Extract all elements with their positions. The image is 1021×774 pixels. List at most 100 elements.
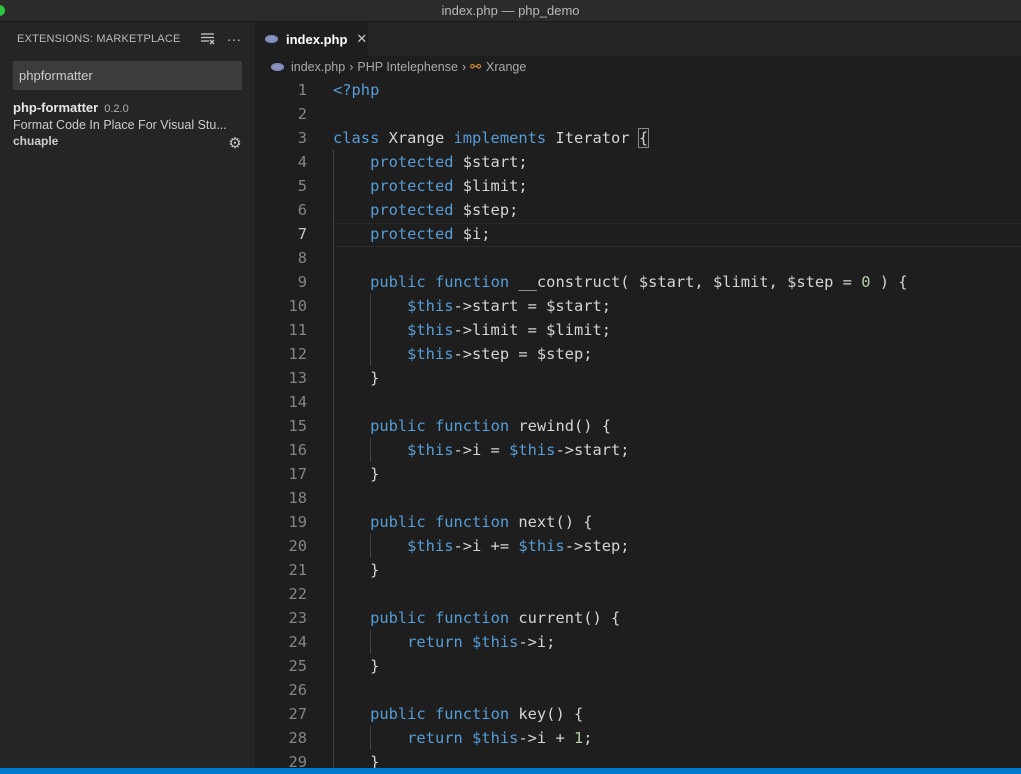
code-token: return [407, 633, 463, 651]
code-text: } [333, 462, 379, 486]
sidebar-title: EXTENSIONS: MARKETPLACE [17, 33, 181, 45]
code-token: $this [509, 441, 556, 459]
code-line[interactable]: 14 [255, 390, 1021, 414]
code-token: $this [472, 729, 519, 747]
code-token: protected [370, 153, 454, 171]
line-number: 23 [288, 609, 307, 627]
code-text: protected $step; [333, 198, 518, 222]
line-number: 12 [288, 345, 307, 363]
code-text: public function key() { [333, 702, 583, 726]
indent-guide [333, 150, 334, 774]
clear-filter-icon[interactable] [197, 28, 219, 50]
code-token: $limit; [453, 177, 528, 195]
code-token: { [637, 128, 650, 148]
code-token: ->limit = $limit; [453, 321, 612, 339]
line-number: 8 [297, 249, 307, 267]
code-line[interactable]: 17 } [255, 462, 1021, 486]
code-text: $this->start = $start; [333, 294, 611, 318]
code-token: } [333, 369, 380, 387]
tab-index-php[interactable]: index.php ✕ [255, 22, 368, 56]
tab-bar: index.php ✕ [255, 22, 1021, 56]
line-number: 3 [297, 129, 307, 147]
code-token: $this [407, 297, 454, 315]
code-token: $start; [453, 153, 528, 171]
code-line[interactable]: 15 public function rewind() { [255, 414, 1021, 438]
line-number: 13 [288, 369, 307, 387]
code-line[interactable]: 26 [255, 678, 1021, 702]
php-file-icon [271, 63, 284, 71]
code-token: $step; [453, 201, 519, 219]
breadcrumb-provider-label: PHP Intelephense [357, 60, 458, 74]
code-text: protected $limit; [333, 174, 528, 198]
code-token: public [370, 609, 426, 627]
code-token: ) { [870, 273, 908, 291]
code-line[interactable]: 13 } [255, 366, 1021, 390]
code-line[interactable]: 22 [255, 582, 1021, 606]
line-number: 27 [288, 705, 307, 723]
code-text: } [333, 366, 379, 390]
title-bar: index.php — php_demo [0, 0, 1021, 22]
line-number: 22 [288, 585, 307, 603]
line-number: 4 [297, 153, 307, 171]
code-token: class [333, 129, 380, 147]
code-line[interactable]: 1 <?php [255, 78, 1021, 102]
code-line[interactable]: 6 protected $step; [255, 198, 1021, 222]
line-number: 17 [288, 465, 307, 483]
code-token: $this [407, 345, 454, 363]
code-token: } [333, 465, 380, 483]
gear-icon[interactable]: ⚙ [227, 136, 243, 152]
code-token: public [370, 705, 426, 723]
code-line[interactable]: 21 } [255, 558, 1021, 582]
code-line[interactable]: 4 protected $start; [255, 150, 1021, 174]
close-icon[interactable]: ✕ [356, 31, 367, 47]
code-token: __construct( $start, $limit, $step = [509, 273, 862, 291]
code-editor[interactable]: 1 <?php 2 3 class Xrange implements Iterator… [255, 78, 1021, 774]
code-line[interactable]: 9 public function __construct( $start, $… [255, 270, 1021, 294]
window-zoom-button[interactable] [0, 5, 5, 16]
code-line[interactable]: 19 public function next() { [255, 510, 1021, 534]
breadcrumb-symbol[interactable]: ⚯ Xrange [470, 59, 526, 75]
code-token: } [333, 561, 380, 579]
code-line[interactable]: 25 } [255, 654, 1021, 678]
extension-author: chuaple [13, 134, 59, 148]
code-token: $this [472, 633, 519, 651]
extension-list-item[interactable]: php-formatter 0.2.0 Format Code In Place… [0, 90, 255, 156]
code-line[interactable]: 2 [255, 102, 1021, 126]
breadcrumb-file[interactable]: index.php [271, 60, 345, 74]
line-number: 7 [297, 225, 307, 243]
code-line[interactable]: 27 public function key() { [255, 702, 1021, 726]
breadcrumb-provider[interactable]: PHP Intelephense [357, 60, 458, 74]
code-token: return [407, 729, 463, 747]
code-token: $this [407, 441, 454, 459]
code-token: protected [370, 225, 454, 243]
extension-version: 0.2.0 [104, 103, 129, 115]
extension-search-input[interactable]: phpformatter [13, 61, 242, 90]
indent-guide [370, 438, 372, 462]
code-line[interactable]: 23 public function current() { [255, 606, 1021, 630]
code-text: } [333, 558, 379, 582]
code-line[interactable]: 5 protected $limit; [255, 174, 1021, 198]
window-title: index.php — php_demo [441, 3, 580, 18]
code-token: function [434, 705, 510, 723]
line-number: 26 [288, 681, 307, 699]
code-line[interactable]: 3 class Xrange implements Iterator { [255, 126, 1021, 150]
code-line[interactable]: 7 protected $i; [255, 222, 1021, 246]
line-number: 16 [288, 441, 307, 459]
php-file-icon [265, 35, 278, 43]
line-number: 25 [288, 657, 307, 675]
code-line[interactable]: 18 [255, 486, 1021, 510]
more-actions-icon[interactable]: ··· [223, 28, 245, 50]
code-line[interactable]: 8 [255, 246, 1021, 270]
code-text: $this->limit = $limit; [333, 318, 611, 342]
